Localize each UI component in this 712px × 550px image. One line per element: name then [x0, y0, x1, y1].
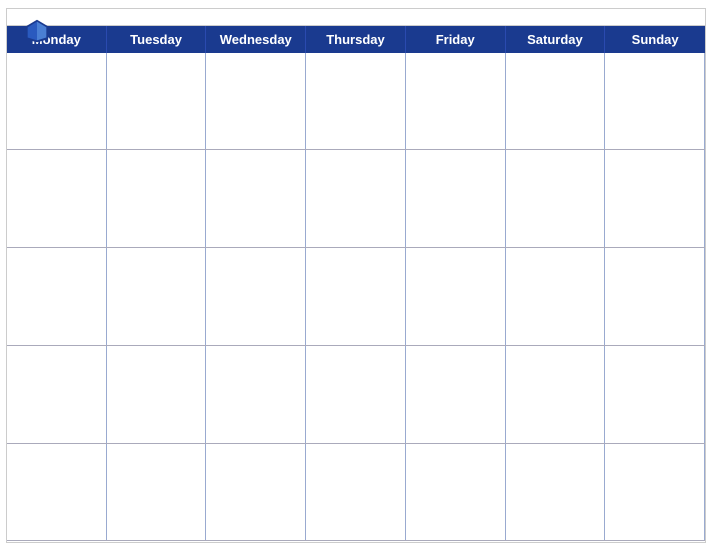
logo-icon — [23, 17, 51, 45]
day-cell — [605, 444, 705, 541]
day-cell: 24 — [306, 346, 406, 443]
day-number: 26 — [511, 349, 529, 364]
day-number: 15 — [112, 251, 130, 266]
day-number: 6 — [610, 56, 626, 71]
day-cell: 1 — [107, 53, 207, 150]
day-cell: 5 — [506, 53, 606, 150]
day-number: 9 — [211, 153, 227, 168]
day-number: 11 — [411, 153, 429, 168]
day-number: 20 — [610, 251, 628, 266]
day-number: 14 — [12, 251, 30, 266]
day-cell: 12 — [506, 150, 606, 247]
day-cell: 21 — [7, 346, 107, 443]
day-cell: 15 — [107, 248, 207, 345]
day-cell: 7 — [7, 150, 107, 247]
week-row-3: 21 22 23 24 25 26 27 — [7, 346, 705, 444]
day-cell: 4 — [406, 53, 506, 150]
day-cell: 10 — [306, 150, 406, 247]
day-cell: 13 — [605, 150, 705, 247]
day-headers-row: MondayTuesdayWednesdayThursdayFridaySatu… — [7, 26, 705, 53]
day-header-wednesday: Wednesday — [206, 26, 306, 53]
day-cell: 16 — [206, 248, 306, 345]
day-number: 1 — [112, 56, 128, 71]
day-number: 19 — [511, 251, 529, 266]
day-cell: 18 — [406, 248, 506, 345]
day-cell: 19 — [506, 248, 606, 345]
day-header-thursday: Thursday — [306, 26, 406, 53]
week-row-4: 28 29 30 — [7, 444, 705, 542]
day-number: 5 — [511, 56, 527, 71]
calendar-header — [7, 9, 705, 25]
day-cell: 14 — [7, 248, 107, 345]
day-number: 17 — [311, 251, 329, 266]
week-row-1: 7 8 9 10 11 12 13 — [7, 150, 705, 248]
day-cell — [306, 444, 406, 541]
day-number: 18 — [411, 251, 429, 266]
day-number: 29 — [112, 447, 130, 462]
day-number: 16 — [211, 251, 229, 266]
day-number: 13 — [610, 153, 628, 168]
day-number: 2 — [211, 56, 227, 71]
day-cell: 3 — [306, 53, 406, 150]
day-cell: 20 — [605, 248, 705, 345]
calendar-grid: MondayTuesdayWednesdayThursdayFridaySatu… — [7, 25, 705, 542]
week-row-0: 1 2 3 4 5 6 — [7, 53, 705, 151]
day-number: 3 — [311, 56, 327, 71]
day-number: 27 — [610, 349, 628, 364]
day-cell: 9 — [206, 150, 306, 247]
day-number: 22 — [112, 349, 130, 364]
day-header-friday: Friday — [406, 26, 506, 53]
day-header-monday: Monday — [7, 26, 107, 53]
day-cell: 6 — [605, 53, 705, 150]
day-header-saturday: Saturday — [506, 26, 606, 53]
day-header-sunday: Sunday — [605, 26, 705, 53]
day-number: 30 — [211, 447, 229, 462]
day-number: 4 — [411, 56, 427, 71]
day-number: 8 — [112, 153, 128, 168]
day-cell: 17 — [306, 248, 406, 345]
day-cell: 2 — [206, 53, 306, 150]
day-number: 25 — [411, 349, 429, 364]
day-number: 28 — [12, 447, 30, 462]
day-cell: 11 — [406, 150, 506, 247]
day-number: 7 — [12, 153, 28, 168]
calendar-container: MondayTuesdayWednesdayThursdayFridaySatu… — [6, 8, 706, 543]
day-cell: 29 — [107, 444, 207, 541]
day-cell: 28 — [7, 444, 107, 541]
day-cell: 30 — [206, 444, 306, 541]
logo — [23, 17, 53, 45]
day-cell — [7, 53, 107, 150]
day-cell: 23 — [206, 346, 306, 443]
day-header-tuesday: Tuesday — [107, 26, 207, 53]
weeks-container: 1234567891011121314151617181920212223242… — [7, 53, 705, 542]
day-number: 23 — [211, 349, 229, 364]
day-cell — [406, 444, 506, 541]
week-row-2: 14 15 16 17 18 19 20 — [7, 248, 705, 346]
day-number: 21 — [12, 349, 30, 364]
day-cell: 25 — [406, 346, 506, 443]
day-cell — [506, 444, 606, 541]
day-number: 12 — [511, 153, 529, 168]
day-number: 24 — [311, 349, 329, 364]
day-number: 10 — [311, 153, 329, 168]
day-cell: 22 — [107, 346, 207, 443]
day-cell: 26 — [506, 346, 606, 443]
day-cell: 8 — [107, 150, 207, 247]
day-cell: 27 — [605, 346, 705, 443]
